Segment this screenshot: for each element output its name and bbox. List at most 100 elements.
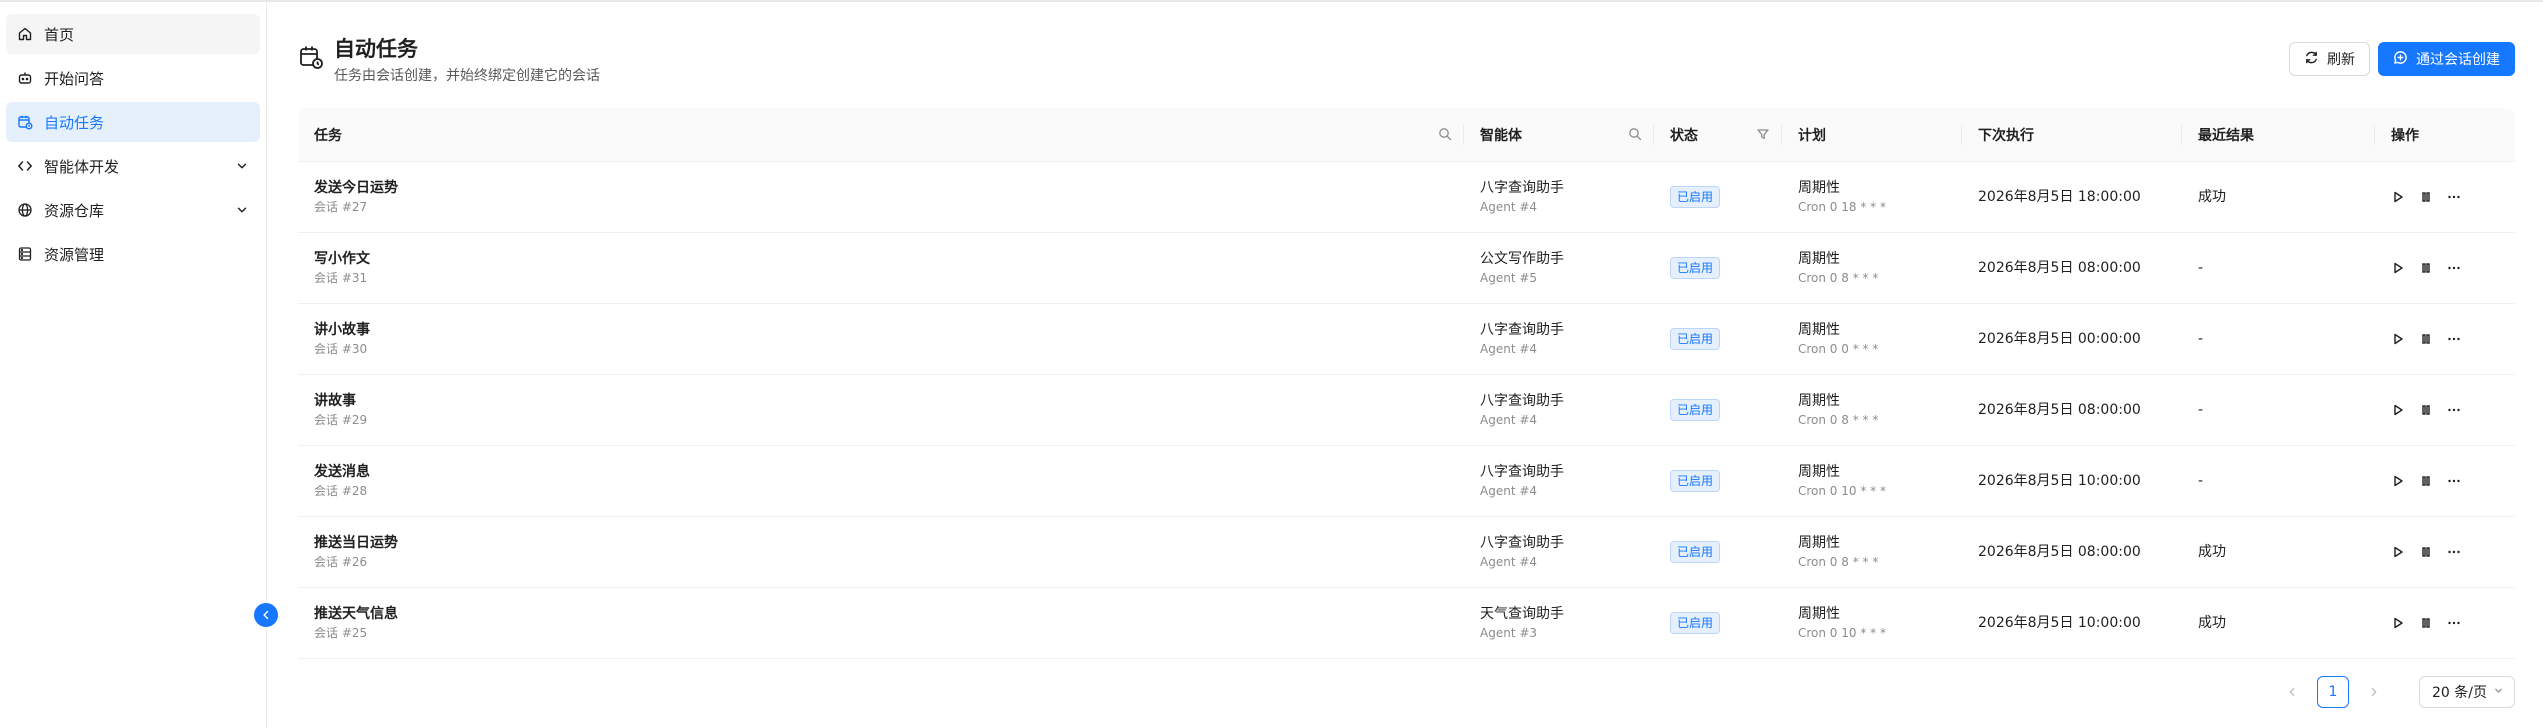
code-icon xyxy=(16,157,34,175)
plan-cell: 周期性 Cron 0 18 * * * xyxy=(1782,162,1962,232)
status-badge: 已启用 xyxy=(1670,328,1721,350)
agent-cell: 八字查询助手 Agent #4 xyxy=(1464,304,1654,374)
more-icon[interactable] xyxy=(2447,403,2461,417)
search-icon[interactable] xyxy=(1438,127,1452,141)
more-icon[interactable] xyxy=(2447,332,2461,346)
pause-icon[interactable] xyxy=(2419,190,2433,204)
task-name[interactable]: 发送今日运势 xyxy=(314,178,1448,198)
next-run-cell: 2026年8月5日 18:00:00 xyxy=(1962,162,2182,232)
agent-name: 天气查询助手 xyxy=(1480,606,1564,622)
sidebar-item-resource-mgmt[interactable]: 资源管理 xyxy=(6,234,260,274)
task-name[interactable]: 推送天气信息 xyxy=(314,604,1448,624)
tasks-table: 任务 智能体 状态 计划 下次执行 最近结果 操作 发送今日运势 会话 #27 … xyxy=(298,108,2515,659)
plan-cell: 周期性 Cron 0 0 * * * xyxy=(1782,304,1962,374)
pause-icon[interactable] xyxy=(2419,616,2433,630)
task-name[interactable]: 推送当日运势 xyxy=(314,533,1448,553)
last-result-cell: 成功 xyxy=(2182,517,2375,587)
sidebar-item-label: 智能体开发 xyxy=(44,157,120,176)
pause-icon[interactable] xyxy=(2419,261,2433,275)
play-icon[interactable] xyxy=(2391,545,2405,559)
last-result: - xyxy=(2198,260,2204,276)
pause-icon[interactable] xyxy=(2419,403,2433,417)
play-icon[interactable] xyxy=(2391,616,2405,630)
actions-cell xyxy=(2375,233,2515,303)
page-title: 自动任务 xyxy=(334,37,418,61)
agent-cell: 八字查询助手 Agent #4 xyxy=(1464,162,1654,232)
agent-id: Agent #4 xyxy=(1480,342,1538,356)
task-cell: 发送消息 会话 #28 xyxy=(298,446,1464,516)
more-icon[interactable] xyxy=(2447,190,2461,204)
sidebar-item-label: 开始问答 xyxy=(44,69,105,88)
task-cell: 写小作文 会话 #31 xyxy=(298,233,1464,303)
play-icon[interactable] xyxy=(2391,332,2405,346)
play-icon[interactable] xyxy=(2391,261,2405,275)
page-subtitle: 任务由会话创建，并始终绑定创建它的会话 xyxy=(334,68,600,84)
actions-cell xyxy=(2375,446,2515,516)
sidebar-item-auto-tasks[interactable]: 自动任务 xyxy=(6,102,260,142)
more-icon[interactable] xyxy=(2447,545,2461,559)
task-name[interactable]: 讲小故事 xyxy=(314,320,1448,340)
task-session: 会话 #27 xyxy=(314,200,368,214)
agent-name: 公文写作助手 xyxy=(1480,251,1564,267)
agent-name: 八字查询助手 xyxy=(1480,393,1564,409)
chevron-down-icon[interactable] xyxy=(234,158,250,174)
refresh-label: 刷新 xyxy=(2327,52,2355,68)
next-run-cell: 2026年8月5日 10:00:00 xyxy=(1962,446,2182,516)
agent-name: 八字查询助手 xyxy=(1480,464,1564,480)
refresh-icon xyxy=(2304,50,2327,69)
task-name[interactable]: 写小作文 xyxy=(314,249,1448,269)
more-icon[interactable] xyxy=(2447,261,2461,275)
sidebar-collapse-button[interactable] xyxy=(254,603,278,627)
sidebar-item-home[interactable]: 首页 xyxy=(6,14,260,54)
pause-icon[interactable] xyxy=(2419,545,2433,559)
sidebar-nav: 首页 开始问答 自动任务 智能体开发 资源仓库 资源管理 xyxy=(0,2,266,274)
column-header-task: 任务 xyxy=(298,108,1464,161)
toolbar: 刷新 通过会话创建 xyxy=(2289,42,2515,76)
cron-expression: Cron 0 18 * * * xyxy=(1798,200,1886,214)
more-icon[interactable] xyxy=(2447,616,2461,630)
actions-cell xyxy=(2375,304,2515,374)
task-name[interactable]: 讲故事 xyxy=(314,391,1448,411)
search-icon[interactable] xyxy=(1628,127,1642,141)
task-session: 会话 #29 xyxy=(314,413,368,427)
next-run-time: 2026年8月5日 08:00:00 xyxy=(1978,402,2141,418)
chevron-left-icon xyxy=(260,606,272,625)
last-result-cell: 成功 xyxy=(2182,162,2375,232)
sidebar-item-chat[interactable]: 开始问答 xyxy=(6,58,260,98)
column-label: 任务 xyxy=(314,127,342,144)
sidebar-item-repository[interactable]: 资源仓库 xyxy=(6,190,260,230)
last-result: 成功 xyxy=(2198,189,2226,205)
pagination: 1 20 条/页 xyxy=(2277,676,2515,708)
chevron-down-icon[interactable] xyxy=(234,202,250,218)
pagination-prev-button[interactable] xyxy=(2277,677,2307,707)
column-header-actions: 操作 xyxy=(2375,108,2515,161)
pagination-next-button[interactable] xyxy=(2359,677,2389,707)
refresh-button[interactable]: 刷新 xyxy=(2289,42,2370,76)
cron-expression: Cron 0 10 * * * xyxy=(1798,626,1886,640)
play-icon[interactable] xyxy=(2391,403,2405,417)
pause-icon[interactable] xyxy=(2419,332,2433,346)
play-icon[interactable] xyxy=(2391,474,2405,488)
status-badge: 已启用 xyxy=(1670,257,1721,279)
create-via-session-button[interactable]: 通过会话创建 xyxy=(2378,42,2515,76)
agent-id: Agent #4 xyxy=(1480,484,1538,498)
pause-icon[interactable] xyxy=(2419,474,2433,488)
task-name[interactable]: 发送消息 xyxy=(314,462,1448,482)
page-size-select[interactable]: 20 条/页 xyxy=(2419,676,2515,708)
play-icon[interactable] xyxy=(2391,190,2405,204)
plan-cell: 周期性 Cron 0 8 * * * xyxy=(1782,517,1962,587)
table-row: 发送今日运势 会话 #27 八字查询助手 Agent #4 已启用 周期性 Cr… xyxy=(298,162,2515,233)
last-result-cell: 成功 xyxy=(2182,588,2375,658)
table-row: 推送当日运势 会话 #26 八字查询助手 Agent #4 已启用 周期性 Cr… xyxy=(298,517,2515,588)
next-run-cell: 2026年8月5日 08:00:00 xyxy=(1962,517,2182,587)
task-cell: 讲故事 会话 #29 xyxy=(298,375,1464,445)
pagination-page-1[interactable]: 1 xyxy=(2317,676,2350,708)
more-icon[interactable] xyxy=(2447,474,2461,488)
agent-name: 八字查询助手 xyxy=(1480,180,1564,196)
filter-icon[interactable] xyxy=(1756,127,1770,141)
task-session: 会话 #25 xyxy=(314,626,368,640)
next-run-time: 2026年8月5日 10:00:00 xyxy=(1978,473,2141,489)
agent-id: Agent #4 xyxy=(1480,555,1538,569)
sidebar-item-agent-dev[interactable]: 智能体开发 xyxy=(6,146,260,186)
next-run-cell: 2026年8月5日 08:00:00 xyxy=(1962,233,2182,303)
